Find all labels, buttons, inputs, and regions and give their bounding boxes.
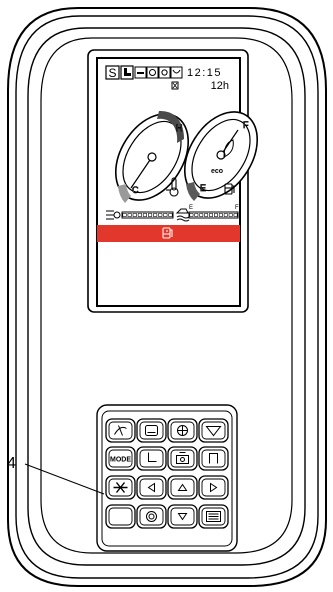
washer-key[interactable]: [105, 475, 136, 500]
fuel-full-label: F: [243, 120, 249, 130]
level-segment: [209, 213, 213, 217]
scoop-key[interactable]: [105, 418, 136, 443]
mode-letter: S: [109, 66, 117, 80]
fan-icon: [177, 425, 188, 436]
level-segment: [223, 213, 228, 217]
door-key[interactable]: [198, 446, 229, 471]
operator-key[interactable]: [167, 446, 198, 471]
level-segment: [153, 213, 158, 217]
monitor-diagram: S 12:15 12h H C F E eco E F MODE 4: [7, 7, 327, 587]
level-segment: [127, 213, 132, 217]
level-segment: [194, 213, 199, 217]
aux-empty-label: E: [189, 205, 193, 211]
level-segment: [214, 213, 218, 217]
clock-time: 12:15: [187, 67, 222, 79]
alert-bar: [97, 225, 240, 242]
callout-leader: [24, 463, 105, 495]
level-segment: [189, 213, 194, 217]
level-segment: [137, 213, 142, 217]
blank-key-key[interactable]: [105, 504, 136, 529]
menu-key[interactable]: [198, 504, 229, 529]
down-arrow-key[interactable]: [167, 504, 198, 529]
wiper-front-key[interactable]: [136, 418, 167, 443]
level-segment: [148, 213, 153, 217]
level-segment: [199, 213, 204, 217]
left-arrow-key[interactable]: [136, 475, 167, 500]
level-segment: [168, 213, 173, 217]
aux-full-label: F: [235, 205, 239, 211]
svg-text:MODE: MODE: [110, 457, 131, 464]
level-segment: [218, 213, 223, 217]
right-arrow-key[interactable]: [198, 475, 229, 500]
temp-high-label: H: [176, 123, 183, 133]
level-segment: [158, 213, 163, 217]
level-segment: [132, 213, 137, 217]
level-segment: [233, 213, 238, 217]
callout-number: 4: [7, 455, 16, 472]
level-segment: [163, 213, 168, 217]
camera-key[interactable]: [136, 504, 167, 529]
fan-key[interactable]: [167, 418, 198, 443]
level-segment: [122, 213, 127, 217]
wiper-key[interactable]: [198, 418, 229, 443]
level-segment: [142, 213, 147, 217]
temp-cold-label: C: [132, 185, 139, 195]
level-segment: [228, 213, 233, 217]
hour-meter: 12h: [211, 80, 229, 92]
up-arrow-key[interactable]: [167, 475, 198, 500]
seat-key[interactable]: [136, 446, 167, 471]
mode-label: MODE: [110, 457, 131, 464]
mode-key[interactable]: MODE: [105, 446, 136, 471]
eco-label: eco: [211, 168, 223, 175]
level-segment: [204, 213, 209, 217]
fuel-empty-label: E: [200, 183, 206, 193]
